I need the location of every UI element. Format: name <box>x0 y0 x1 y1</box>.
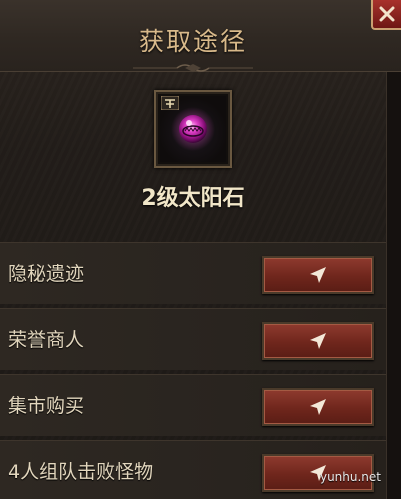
ornament-flourish-icon <box>133 64 253 72</box>
go-button[interactable] <box>262 322 374 360</box>
watermark: yunhu.net <box>319 470 381 484</box>
source-label: 隐秘遗迹 <box>8 263 85 285</box>
navigate-arrow-icon <box>310 399 326 415</box>
navigate-arrow-icon <box>310 267 326 283</box>
source-label: 荣誉商人 <box>8 329 85 351</box>
item-name: 2级太阳石 <box>141 186 245 211</box>
close-button[interactable] <box>371 0 401 30</box>
close-x-icon <box>379 6 395 22</box>
source-label: 4人组队击败怪物 <box>8 461 154 483</box>
source-row: 荣誉商人 <box>0 308 386 370</box>
dialog-header: 获取途径 <box>0 0 401 72</box>
acquisition-dialog: 获取途径 2级太阳石 隐秘遗迹 荣誉商人 集市购买 4人组队击败怪物 yunhu… <box>0 0 401 499</box>
source-row: 集市购买 <box>0 374 386 436</box>
go-button[interactable] <box>262 388 374 426</box>
scrollbar[interactable] <box>386 72 401 499</box>
source-row: 隐秘遗迹 <box>0 242 386 304</box>
navigate-arrow-icon <box>310 333 326 349</box>
dialog-title: 获取途径 <box>138 27 247 56</box>
header-ornament <box>0 62 386 74</box>
source-label: 集市购买 <box>8 395 85 417</box>
purple-orb-gem-icon <box>171 107 215 151</box>
go-button[interactable] <box>262 256 374 294</box>
item-icon-frame[interactable] <box>154 90 232 168</box>
